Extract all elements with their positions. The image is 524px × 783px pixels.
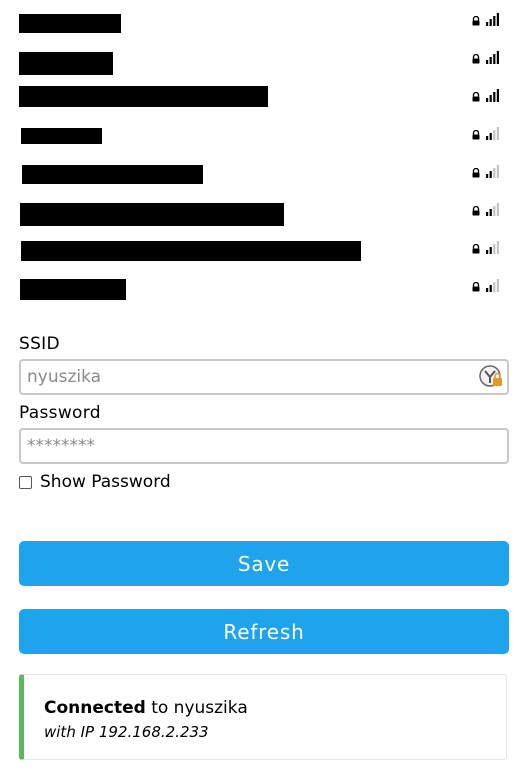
network-icons bbox=[472, 12, 500, 26]
show-password-label: Show Password bbox=[40, 472, 171, 492]
lock-icon bbox=[472, 282, 480, 292]
connection-status-line: Connected to nyuszika bbox=[44, 698, 248, 718]
lock-icon bbox=[472, 92, 480, 102]
signal-icon bbox=[486, 278, 500, 292]
network-icons bbox=[472, 240, 500, 254]
network-item[interactable] bbox=[0, 38, 524, 76]
network-icons bbox=[472, 50, 500, 64]
network-item[interactable] bbox=[0, 190, 524, 228]
redacted-network-name bbox=[20, 203, 284, 226]
signal-icon bbox=[486, 240, 500, 254]
lock-icon bbox=[472, 206, 480, 216]
ssid-label: SSID bbox=[19, 334, 60, 354]
signal-icon bbox=[486, 164, 500, 178]
lock-icon bbox=[472, 168, 480, 178]
network-item[interactable] bbox=[0, 266, 524, 304]
network-icons bbox=[472, 164, 500, 178]
connected-ssid: to nyuszika bbox=[145, 698, 248, 718]
connected-word: Connected bbox=[44, 698, 146, 718]
network-item[interactable] bbox=[0, 0, 524, 38]
network-item[interactable] bbox=[0, 152, 524, 190]
network-item[interactable] bbox=[0, 76, 524, 114]
network-icons bbox=[472, 126, 500, 140]
signal-icon bbox=[486, 50, 500, 64]
wifi-setup-page: SSID Password Show Password Save Refresh… bbox=[0, 0, 524, 783]
ssid-input[interactable] bbox=[21, 361, 473, 393]
redacted-network-name bbox=[22, 165, 203, 184]
password-label: Password bbox=[19, 403, 101, 423]
password-input[interactable] bbox=[21, 430, 473, 462]
redacted-network-name bbox=[21, 241, 361, 261]
redacted-network-name bbox=[21, 128, 102, 144]
connection-status-box: Connected to nyuszika with IP 192.168.2.… bbox=[19, 674, 507, 760]
signal-icon bbox=[486, 88, 500, 102]
show-password-checkbox[interactable] bbox=[19, 475, 32, 489]
network-icons bbox=[472, 202, 500, 216]
ip-address-text: with IP 192.168.2.233 bbox=[44, 723, 209, 741]
lock-icon bbox=[472, 54, 480, 64]
network-icons bbox=[472, 88, 500, 102]
signal-icon bbox=[486, 126, 500, 140]
lock-icon bbox=[472, 16, 480, 26]
network-item[interactable] bbox=[0, 228, 524, 266]
ssid-field-wrapper bbox=[19, 359, 509, 395]
password-manager-icon[interactable] bbox=[479, 365, 503, 389]
lock-icon bbox=[472, 244, 480, 254]
network-icons bbox=[472, 278, 500, 292]
signal-icon bbox=[486, 202, 500, 216]
network-item[interactable] bbox=[0, 114, 524, 152]
redacted-network-name bbox=[20, 279, 126, 300]
password-field-wrapper bbox=[19, 428, 509, 464]
redacted-network-name bbox=[19, 14, 121, 33]
lock-icon bbox=[472, 130, 480, 140]
network-list bbox=[0, 0, 524, 304]
signal-icon bbox=[486, 12, 500, 26]
refresh-button[interactable]: Refresh bbox=[19, 609, 509, 654]
redacted-network-name bbox=[19, 52, 113, 75]
save-button[interactable]: Save bbox=[19, 541, 509, 586]
redacted-network-name bbox=[19, 86, 268, 107]
show-password-toggle[interactable]: Show Password bbox=[19, 472, 171, 492]
